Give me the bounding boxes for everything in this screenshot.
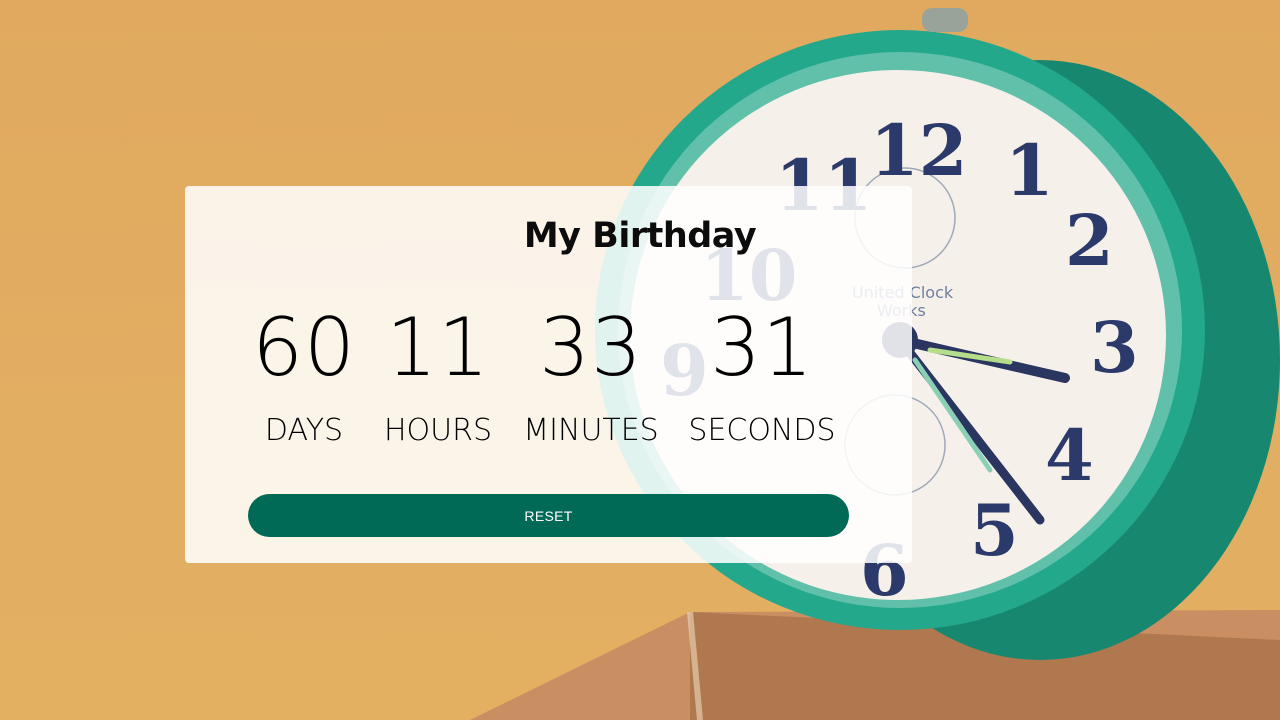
seconds-unit: 31 SECONDS xyxy=(687,301,837,449)
svg-text:5: 5 xyxy=(970,489,1019,572)
minutes-unit: 33 MINUTES xyxy=(516,301,666,449)
event-title: My Birthday xyxy=(523,216,757,256)
svg-text:12: 12 xyxy=(870,109,967,192)
hours-value: 11 xyxy=(386,301,490,394)
days-label: DAYS xyxy=(264,413,344,448)
seconds-value: 31 xyxy=(710,301,814,394)
reset-button[interactable]: RESET xyxy=(248,494,849,537)
seconds-label: SECONDS xyxy=(688,413,836,448)
hours-unit: 11 HOURS xyxy=(363,301,513,449)
svg-text:4: 4 xyxy=(1045,414,1094,497)
days-value: 60 xyxy=(252,301,356,394)
hours-label: HOURS xyxy=(383,413,493,448)
svg-text:3: 3 xyxy=(1090,306,1139,389)
minutes-value: 33 xyxy=(539,301,643,394)
days-unit: 60 DAYS xyxy=(229,301,379,449)
minutes-label: MINUTES xyxy=(523,413,659,448)
svg-text:1: 1 xyxy=(1005,129,1054,212)
